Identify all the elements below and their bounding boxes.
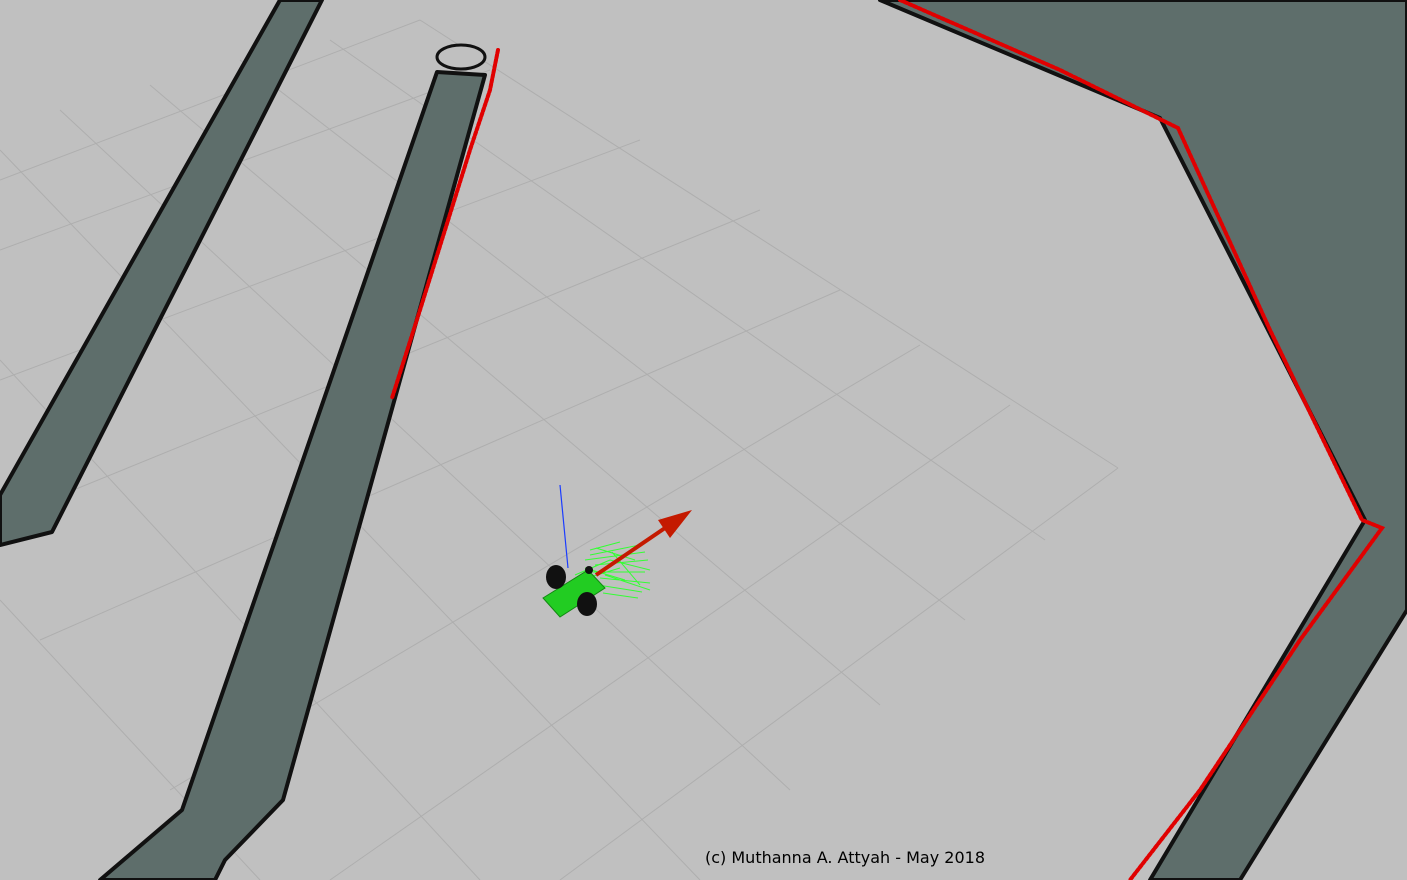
- robot-wheel: [577, 592, 597, 616]
- z-axis-line: [559, 484, 569, 569]
- grid-line: [559, 467, 1119, 880]
- wall-center: [98, 70, 487, 880]
- heading-arrow: [594, 510, 692, 577]
- pillar: [435, 43, 487, 71]
- robot-wheel: [546, 565, 566, 589]
- grid-line: [419, 19, 1119, 469]
- copyright-credit: (c) Muthanna A. Attyah - May 2018: [705, 848, 985, 867]
- map-scene[interactable]: [0, 0, 1407, 880]
- floor-grid: [0, 19, 1119, 880]
- heading-arrow-head: [658, 510, 692, 538]
- grid-line: [329, 404, 1011, 880]
- rviz-3d-viewport[interactable]: (c) Muthanna A. Attyah - May 2018: [0, 0, 1407, 880]
- robot-caster: [585, 566, 593, 574]
- grid-line: [39, 289, 841, 641]
- wall-left-outer: [0, 0, 324, 547]
